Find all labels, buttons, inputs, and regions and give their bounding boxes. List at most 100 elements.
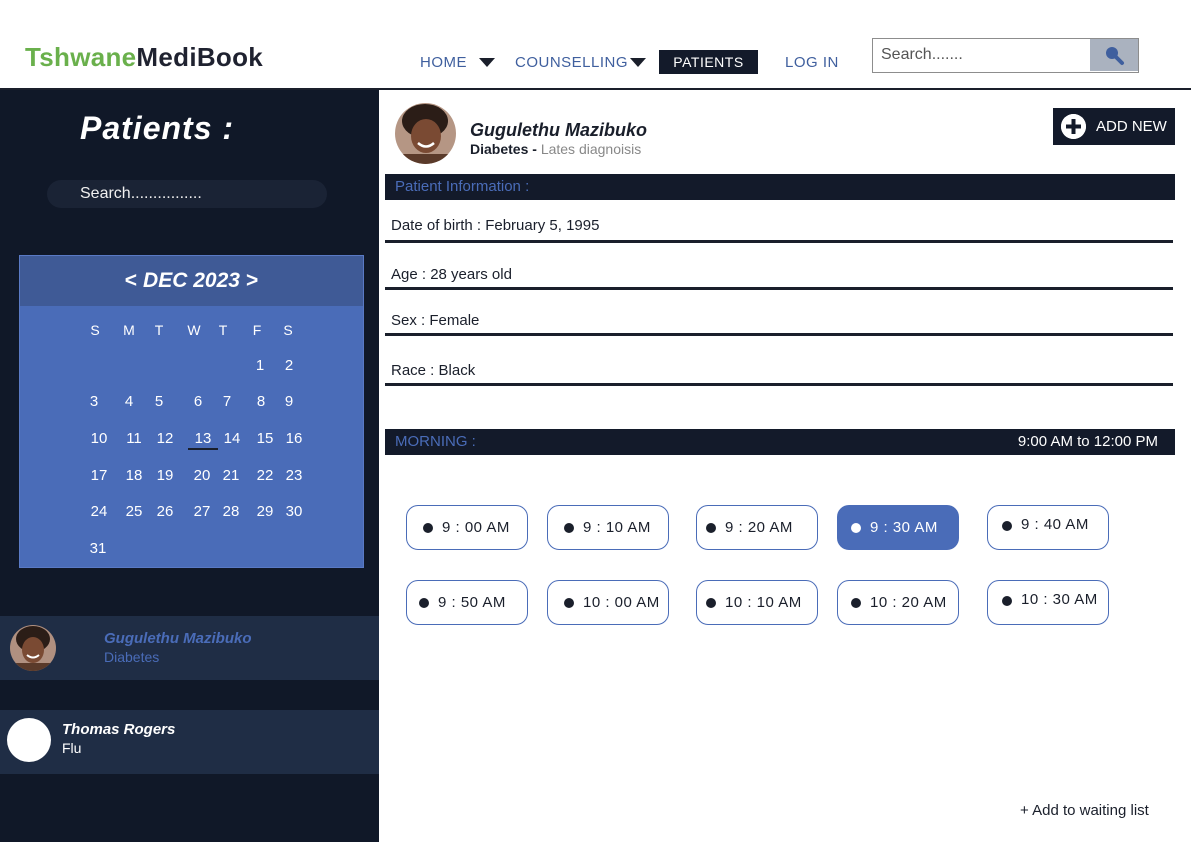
- calendar-day[interactable]: 26: [153, 503, 177, 520]
- time-slot[interactable]: 10 : 20 AM: [837, 580, 959, 625]
- calendar-day[interactable]: 5: [147, 393, 171, 410]
- app-logo[interactable]: TshwaneMediBook: [25, 42, 263, 73]
- calendar-day[interactable]: 19: [153, 467, 177, 484]
- patient-list-item[interactable]: Gugulethu Mazibuko Diabetes: [0, 616, 379, 680]
- header-search: [872, 38, 1139, 73]
- nav-login-label: LOG IN: [785, 53, 839, 71]
- calendar-grid: S M T W T F S 1 2 3 4 5 6 7 8 9 10 11 12…: [20, 306, 365, 568]
- calendar-day[interactable]: 18: [122, 467, 146, 484]
- time-slot-label: 10 : 30 AM: [1021, 591, 1098, 608]
- calendar-day[interactable]: 24: [87, 503, 111, 520]
- calendar-day[interactable]: 2: [277, 357, 301, 374]
- top-header: TshwaneMediBook HOME COUNSELLING PATIENT…: [0, 0, 1191, 90]
- divider: [385, 240, 1173, 243]
- weekday-label: S: [283, 322, 293, 338]
- calendar-day[interactable]: 22: [253, 467, 277, 484]
- time-slot-label: 9 : 50 AM: [438, 594, 506, 611]
- time-slot-selected[interactable]: 9 : 30 AM: [837, 505, 959, 550]
- bullet-icon: [1002, 596, 1012, 606]
- calendar-day[interactable]: 15: [253, 430, 277, 447]
- calendar-day[interactable]: 1: [248, 357, 272, 374]
- time-slot-label: 9 : 40 AM: [1021, 516, 1089, 533]
- bullet-icon: [1002, 521, 1012, 531]
- patient-list-diagnosis: Diabetes: [104, 649, 160, 665]
- sidebar-search-input[interactable]: [47, 180, 327, 208]
- calendar-header: < DEC 2023 >: [20, 256, 363, 306]
- divider: [385, 287, 1173, 290]
- bullet-icon: [564, 522, 574, 533]
- calendar-day[interactable]: 23: [282, 467, 306, 484]
- calendar-day[interactable]: 20: [190, 467, 214, 484]
- calendar-next-button[interactable]: >: [246, 269, 258, 293]
- logo-part-1: Tshwane: [25, 42, 137, 72]
- calendar-day[interactable]: 16: [282, 430, 306, 447]
- patient-info-title: Patient Information :: [395, 178, 530, 195]
- calendar-day[interactable]: 11: [122, 430, 146, 447]
- time-slot-label: 9 : 00 AM: [442, 519, 510, 536]
- nav-patients[interactable]: PATIENTS: [659, 50, 758, 74]
- chevron-down-icon[interactable]: [630, 57, 647, 67]
- calendar-day[interactable]: 14: [220, 430, 244, 447]
- nav-counselling-label: COUNSELLING: [515, 53, 629, 71]
- bullet-icon: [419, 597, 429, 608]
- time-slot[interactable]: 9 : 40 AM: [987, 505, 1109, 550]
- calendar-day[interactable]: 3: [82, 393, 106, 410]
- calendar-day[interactable]: 12: [153, 430, 177, 447]
- time-slot[interactable]: 9 : 10 AM: [547, 505, 669, 550]
- patient-avatar-large: [395, 103, 456, 164]
- calendar-prev-button[interactable]: <: [125, 269, 137, 293]
- calendar-day[interactable]: 9: [277, 393, 301, 410]
- calendar-day[interactable]: 8: [249, 393, 273, 410]
- chevron-down-icon[interactable]: [479, 57, 495, 67]
- logo-part-2: MediBook: [136, 42, 264, 72]
- weekday-label: M: [123, 322, 135, 338]
- time-slot-label: 10 : 00 AM: [583, 594, 660, 611]
- info-sex: Sex : Female: [391, 312, 480, 329]
- bullet-icon: [851, 522, 861, 533]
- calendar: < DEC 2023 > S M T W T F S 1 2 3 4 5 6 7…: [19, 255, 364, 568]
- time-slot[interactable]: 10 : 00 AM: [547, 580, 669, 625]
- time-slot[interactable]: 10 : 10 AM: [696, 580, 818, 625]
- patient-list-item[interactable]: Thomas Rogers Flu: [0, 710, 379, 774]
- weekday-label: S: [90, 322, 100, 338]
- calendar-day[interactable]: 6: [186, 393, 210, 410]
- calendar-day[interactable]: 10: [87, 430, 111, 447]
- calendar-day[interactable]: 31: [86, 540, 110, 557]
- calendar-day[interactable]: 29: [253, 503, 277, 520]
- weekday-label: W: [187, 322, 201, 338]
- calendar-day[interactable]: 17: [87, 467, 111, 484]
- calendar-day[interactable]: 30: [282, 503, 306, 520]
- calendar-month-label: DEC 2023: [143, 269, 240, 292]
- nav-home[interactable]: HOME: [420, 50, 495, 74]
- calendar-day[interactable]: 21: [219, 467, 243, 484]
- time-slot[interactable]: 9 : 00 AM: [406, 505, 528, 550]
- patient-list-name: Thomas Rogers: [62, 721, 176, 738]
- calendar-day[interactable]: 28: [219, 503, 243, 520]
- nav-home-label: HOME: [420, 53, 467, 71]
- calendar-day[interactable]: 7: [215, 393, 239, 410]
- nav-login[interactable]: LOG IN: [785, 50, 839, 74]
- search-button[interactable]: [1090, 39, 1138, 71]
- bullet-icon: [851, 597, 861, 608]
- time-slot[interactable]: 9 : 20 AM: [696, 505, 818, 550]
- add-new-button[interactable]: ADD NEW: [1053, 108, 1175, 145]
- schedule-label: MORNING :: [395, 433, 476, 450]
- patient-diagnosis-line: Diabetes - Lates diagnoisis: [470, 141, 641, 157]
- info-race: Race : Black: [391, 362, 476, 379]
- info-dob: Date of birth : February 5, 1995: [391, 217, 600, 234]
- calendar-day[interactable]: 27: [190, 503, 214, 520]
- divider: [385, 333, 1173, 336]
- calendar-day-selected[interactable]: 13: [188, 430, 218, 450]
- calendar-day[interactable]: 25: [122, 503, 146, 520]
- calendar-day[interactable]: 4: [117, 393, 141, 410]
- sidebar: Patients : < DEC 2023 > S M T W T F S 1 …: [0, 90, 379, 842]
- nav-counselling[interactable]: COUNSELLING: [515, 50, 647, 74]
- sidebar-title: Patients :: [80, 110, 235, 146]
- add-to-waiting-list-link[interactable]: + Add to waiting list: [1020, 802, 1149, 819]
- header-search-input[interactable]: [873, 39, 1089, 71]
- plus-circle-icon: [1061, 114, 1086, 139]
- patient-diagnosis: Diabetes: [470, 141, 529, 157]
- time-slot[interactable]: 9 : 50 AM: [406, 580, 528, 625]
- schedule-header: MORNING : 9:00 AM to 12:00 PM: [385, 429, 1175, 455]
- time-slot[interactable]: 10 : 30 AM: [987, 580, 1109, 625]
